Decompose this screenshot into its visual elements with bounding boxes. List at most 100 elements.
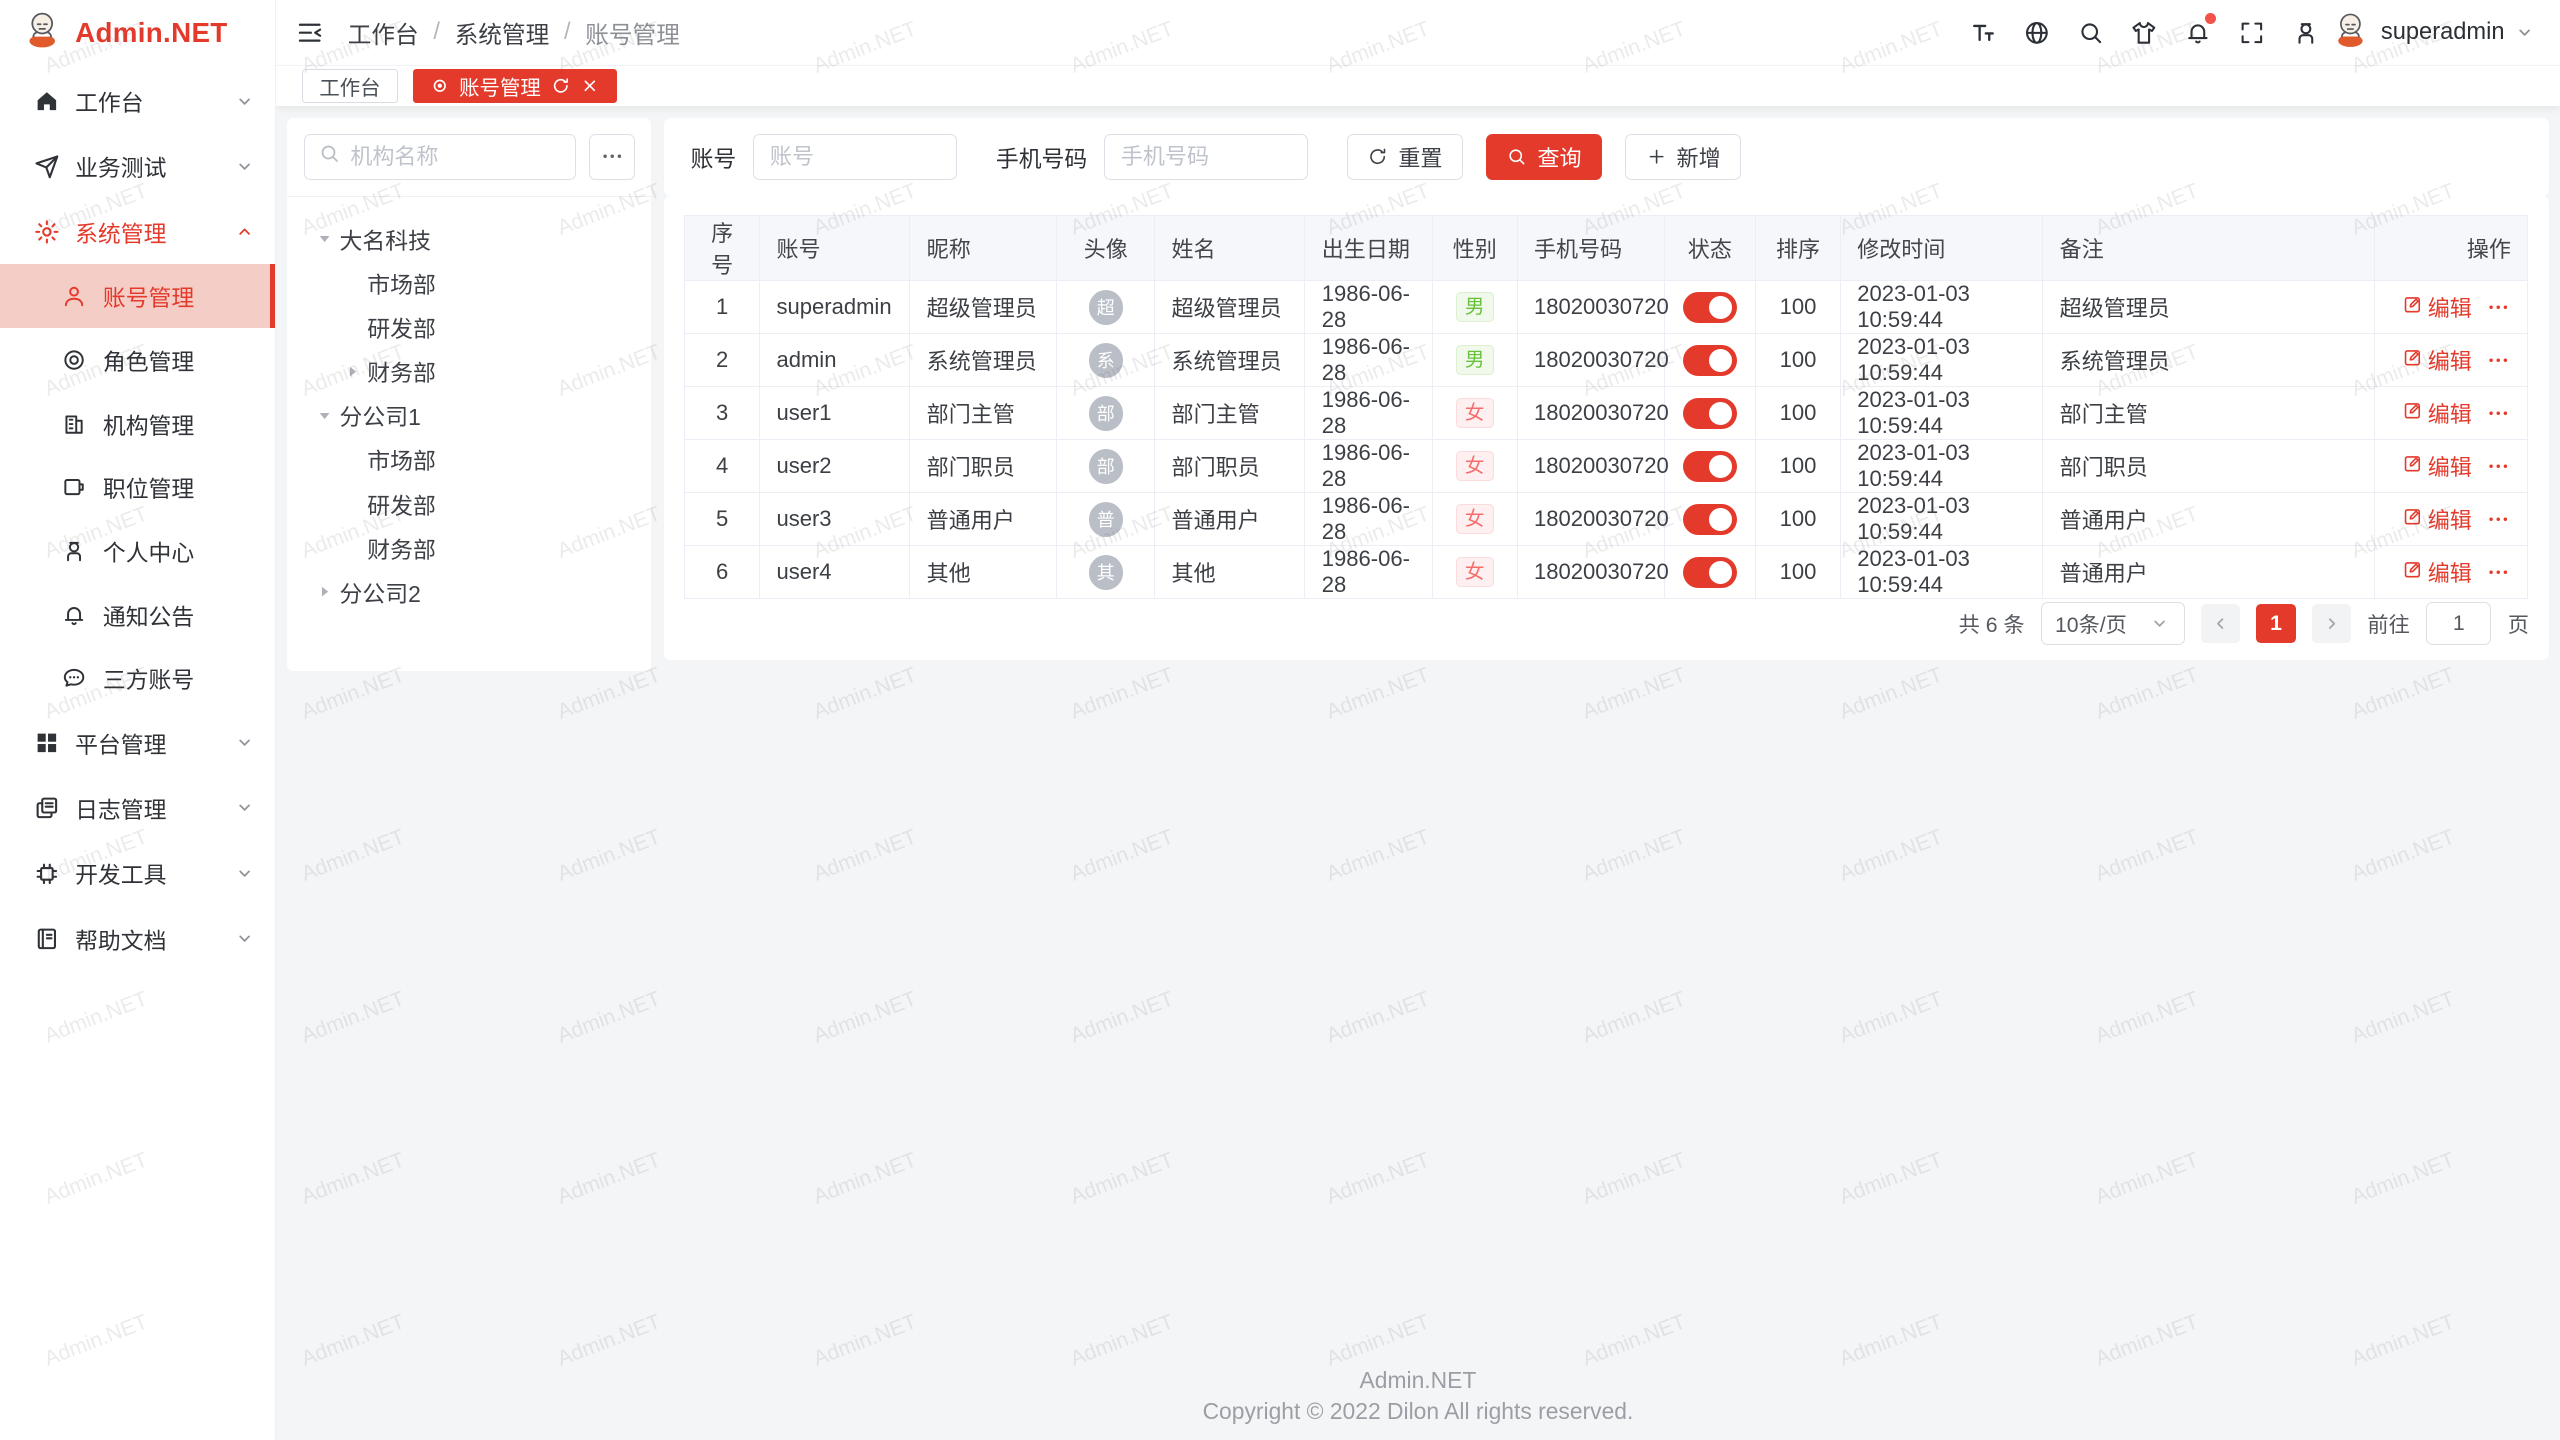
status-toggle[interactable] xyxy=(1683,504,1737,535)
reset-button[interactable]: 重置 xyxy=(1347,134,1463,180)
prev-page-button[interactable] xyxy=(2201,604,2240,643)
cell-account: admin xyxy=(760,334,910,387)
sidebar-item-角色管理[interactable]: 角色管理 xyxy=(0,328,275,392)
edit-button[interactable]: 编辑 xyxy=(2402,556,2472,588)
edit-button[interactable]: 编辑 xyxy=(2402,291,2472,323)
refresh-icon[interactable] xyxy=(551,76,571,96)
sidebar-item-label: 平台管理 xyxy=(75,726,166,760)
more-actions-button[interactable] xyxy=(2486,454,2510,478)
avatar: 普 xyxy=(1089,502,1123,536)
status-toggle[interactable] xyxy=(1683,345,1737,376)
language-icon[interactable] xyxy=(2019,15,2055,51)
cell-ops: 编辑 xyxy=(2374,546,2527,599)
edit-button[interactable]: 编辑 xyxy=(2402,503,2472,535)
cell-phone: 18020030720 xyxy=(1517,546,1664,599)
profile-icon[interactable] xyxy=(2288,15,2324,51)
tree-node-财务部[interactable]: 财务部 xyxy=(297,349,642,393)
column-header-remark: 备注 xyxy=(2043,216,2374,281)
tab-账号管理[interactable]: 账号管理 xyxy=(413,69,617,103)
menu-fold-icon[interactable] xyxy=(292,15,328,51)
more-actions-button[interactable] xyxy=(2486,295,2510,319)
query-button[interactable]: 查询 xyxy=(1486,134,1602,180)
breadcrumb-item[interactable]: 系统管理 xyxy=(455,16,550,50)
tree-node-研发部[interactable]: 研发部 xyxy=(297,482,642,526)
close-icon[interactable] xyxy=(580,76,600,96)
column-header-no: 序号 xyxy=(685,216,760,281)
cell-status xyxy=(1664,546,1755,599)
sidebar: Admin.NET 工作台业务测试系统管理账号管理角色管理机构管理职位管理个人中… xyxy=(0,0,276,1440)
edit-button[interactable]: 编辑 xyxy=(2402,344,2472,376)
sidebar-item-职位管理[interactable]: 职位管理 xyxy=(0,455,275,519)
edit-button[interactable]: 编辑 xyxy=(2402,397,2472,429)
status-toggle[interactable] xyxy=(1683,398,1737,429)
caret-closed-icon[interactable] xyxy=(338,361,367,382)
sidebar-item-三方账号[interactable]: 三方账号 xyxy=(0,646,275,710)
caret-open-icon[interactable] xyxy=(310,405,339,426)
sidebar-item-帮助文档[interactable]: 帮助文档 xyxy=(0,906,275,971)
edit-icon xyxy=(2402,559,2423,586)
edit-button[interactable]: 编辑 xyxy=(2402,450,2472,482)
next-page-button[interactable] xyxy=(2312,604,2351,643)
theme-icon[interactable] xyxy=(2126,15,2162,51)
table-row: 5user3普通用户普普通用户1986-06-28女18020030720100… xyxy=(685,493,2528,546)
page-size-select[interactable]: 10条/页 xyxy=(2041,602,2185,644)
tree-node-财务部[interactable]: 财务部 xyxy=(297,526,642,570)
sidebar-item-个人中心[interactable]: 个人中心 xyxy=(0,519,275,583)
account-label: 账号 xyxy=(691,140,737,174)
home-icon xyxy=(33,87,61,115)
sidebar-item-账号管理[interactable]: 账号管理 xyxy=(0,264,275,328)
column-header-phone: 手机号码 xyxy=(1517,216,1664,281)
account-input[interactable] xyxy=(753,134,957,180)
tree-node-分公司2[interactable]: 分公司2 xyxy=(297,570,642,614)
search-icon[interactable] xyxy=(2072,15,2108,51)
sidebar-item-机构管理[interactable]: 机构管理 xyxy=(0,392,275,456)
sidebar-item-系统管理[interactable]: 系统管理 xyxy=(0,199,275,264)
sidebar-item-工作台[interactable]: 工作台 xyxy=(0,69,275,134)
sidebar-item-开发工具[interactable]: 开发工具 xyxy=(0,841,275,906)
phone-input[interactable] xyxy=(1104,134,1308,180)
org-search-input[interactable] xyxy=(350,144,562,170)
tree-node-市场部[interactable]: 市场部 xyxy=(297,437,642,481)
sidebar-item-label: 机构管理 xyxy=(103,407,194,441)
org-more-button[interactable] xyxy=(589,134,635,180)
status-toggle[interactable] xyxy=(1683,451,1737,482)
status-toggle[interactable] xyxy=(1683,292,1737,323)
position-icon xyxy=(60,473,88,501)
filter-panel: 账号 手机号码 重置 查询 xyxy=(664,118,2548,196)
notification-icon[interactable] xyxy=(2180,15,2216,51)
tab-工作台[interactable]: 工作台 xyxy=(302,69,398,103)
sidebar-item-平台管理[interactable]: 平台管理 xyxy=(0,710,275,775)
fullscreen-icon[interactable] xyxy=(2234,15,2270,51)
chat-icon xyxy=(60,664,88,692)
tree-node-大名科技[interactable]: 大名科技 xyxy=(297,217,642,261)
status-toggle[interactable] xyxy=(1683,557,1737,588)
sidebar-item-通知公告[interactable]: 通知公告 xyxy=(0,583,275,647)
cell-modified: 2023-01-03 10:59:44 xyxy=(1840,334,2042,387)
sidebar-menu: 工作台业务测试系统管理账号管理角色管理机构管理职位管理个人中心通知公告三方账号平… xyxy=(0,65,275,971)
font-size-icon[interactable] xyxy=(1965,15,2001,51)
breadcrumb-item[interactable]: 工作台 xyxy=(348,16,419,50)
breadcrumb-item: 账号管理 xyxy=(585,16,680,50)
sidebar-item-日志管理[interactable]: 日志管理 xyxy=(0,775,275,840)
tree-node-研发部[interactable]: 研发部 xyxy=(297,305,642,349)
caret-open-icon[interactable] xyxy=(310,228,339,249)
more-actions-button[interactable] xyxy=(2486,401,2510,425)
cell-nickname: 部门职员 xyxy=(910,440,1057,493)
more-actions-button[interactable] xyxy=(2486,348,2510,372)
page-number-1[interactable]: 1 xyxy=(2256,604,2295,643)
sidebar-item-业务测试[interactable]: 业务测试 xyxy=(0,134,275,199)
tree-node-市场部[interactable]: 市场部 xyxy=(297,261,642,305)
add-button[interactable]: 新增 xyxy=(1625,134,1741,180)
more-actions-button[interactable] xyxy=(2486,560,2510,584)
tree-node-分公司1[interactable]: 分公司1 xyxy=(297,393,642,437)
user-menu[interactable]: superadmin xyxy=(2330,9,2535,56)
row-actions: 编辑 xyxy=(2391,450,2511,482)
submenu-系统管理: 账号管理角色管理机构管理职位管理个人中心通知公告三方账号 xyxy=(0,264,275,710)
caret-closed-icon[interactable] xyxy=(310,581,339,602)
avatar: 其 xyxy=(1089,555,1123,589)
goto-page-input[interactable] xyxy=(2426,602,2491,644)
sidebar-item-label: 通知公告 xyxy=(103,598,194,632)
cell-status xyxy=(1664,387,1755,440)
cell-phone: 18020030720 xyxy=(1517,493,1664,546)
more-actions-button[interactable] xyxy=(2486,507,2510,531)
